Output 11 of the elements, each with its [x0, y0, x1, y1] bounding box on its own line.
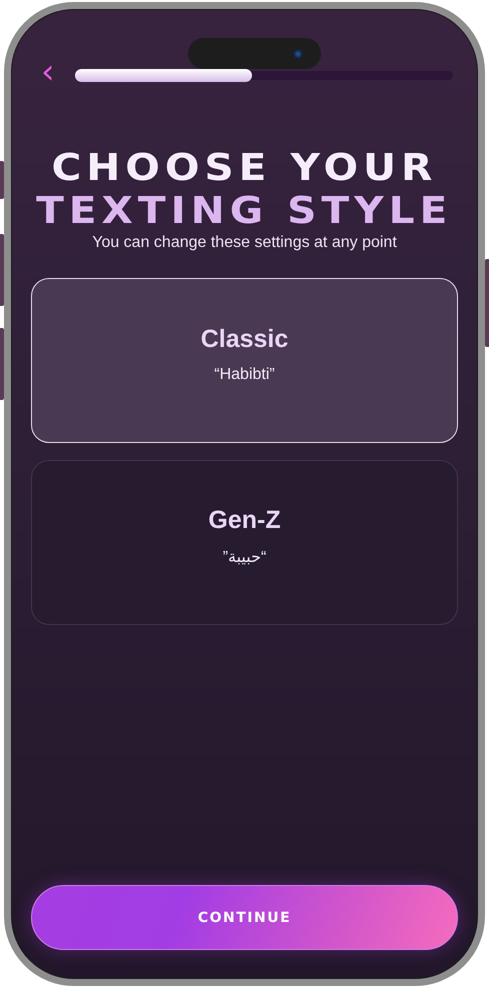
style-option-card[interactable]: Classic “Habibti” — [31, 278, 458, 443]
screen-title: CHOOSE YOUR — [52, 146, 438, 189]
screen-title: TEXTING STYLE — [36, 189, 453, 232]
option-title: Gen-Z — [208, 506, 281, 535]
camera-icon — [293, 48, 303, 58]
continue-button[interactable]: CONTINUE — [31, 885, 458, 950]
option-example: “Habibti” — [214, 366, 275, 384]
back-button[interactable]: ‹ — [35, 62, 61, 88]
option-title: Classic — [200, 325, 288, 354]
option-example: “حبيبة” — [222, 548, 266, 567]
subtitle: You can change these settings at any point — [92, 234, 397, 252]
